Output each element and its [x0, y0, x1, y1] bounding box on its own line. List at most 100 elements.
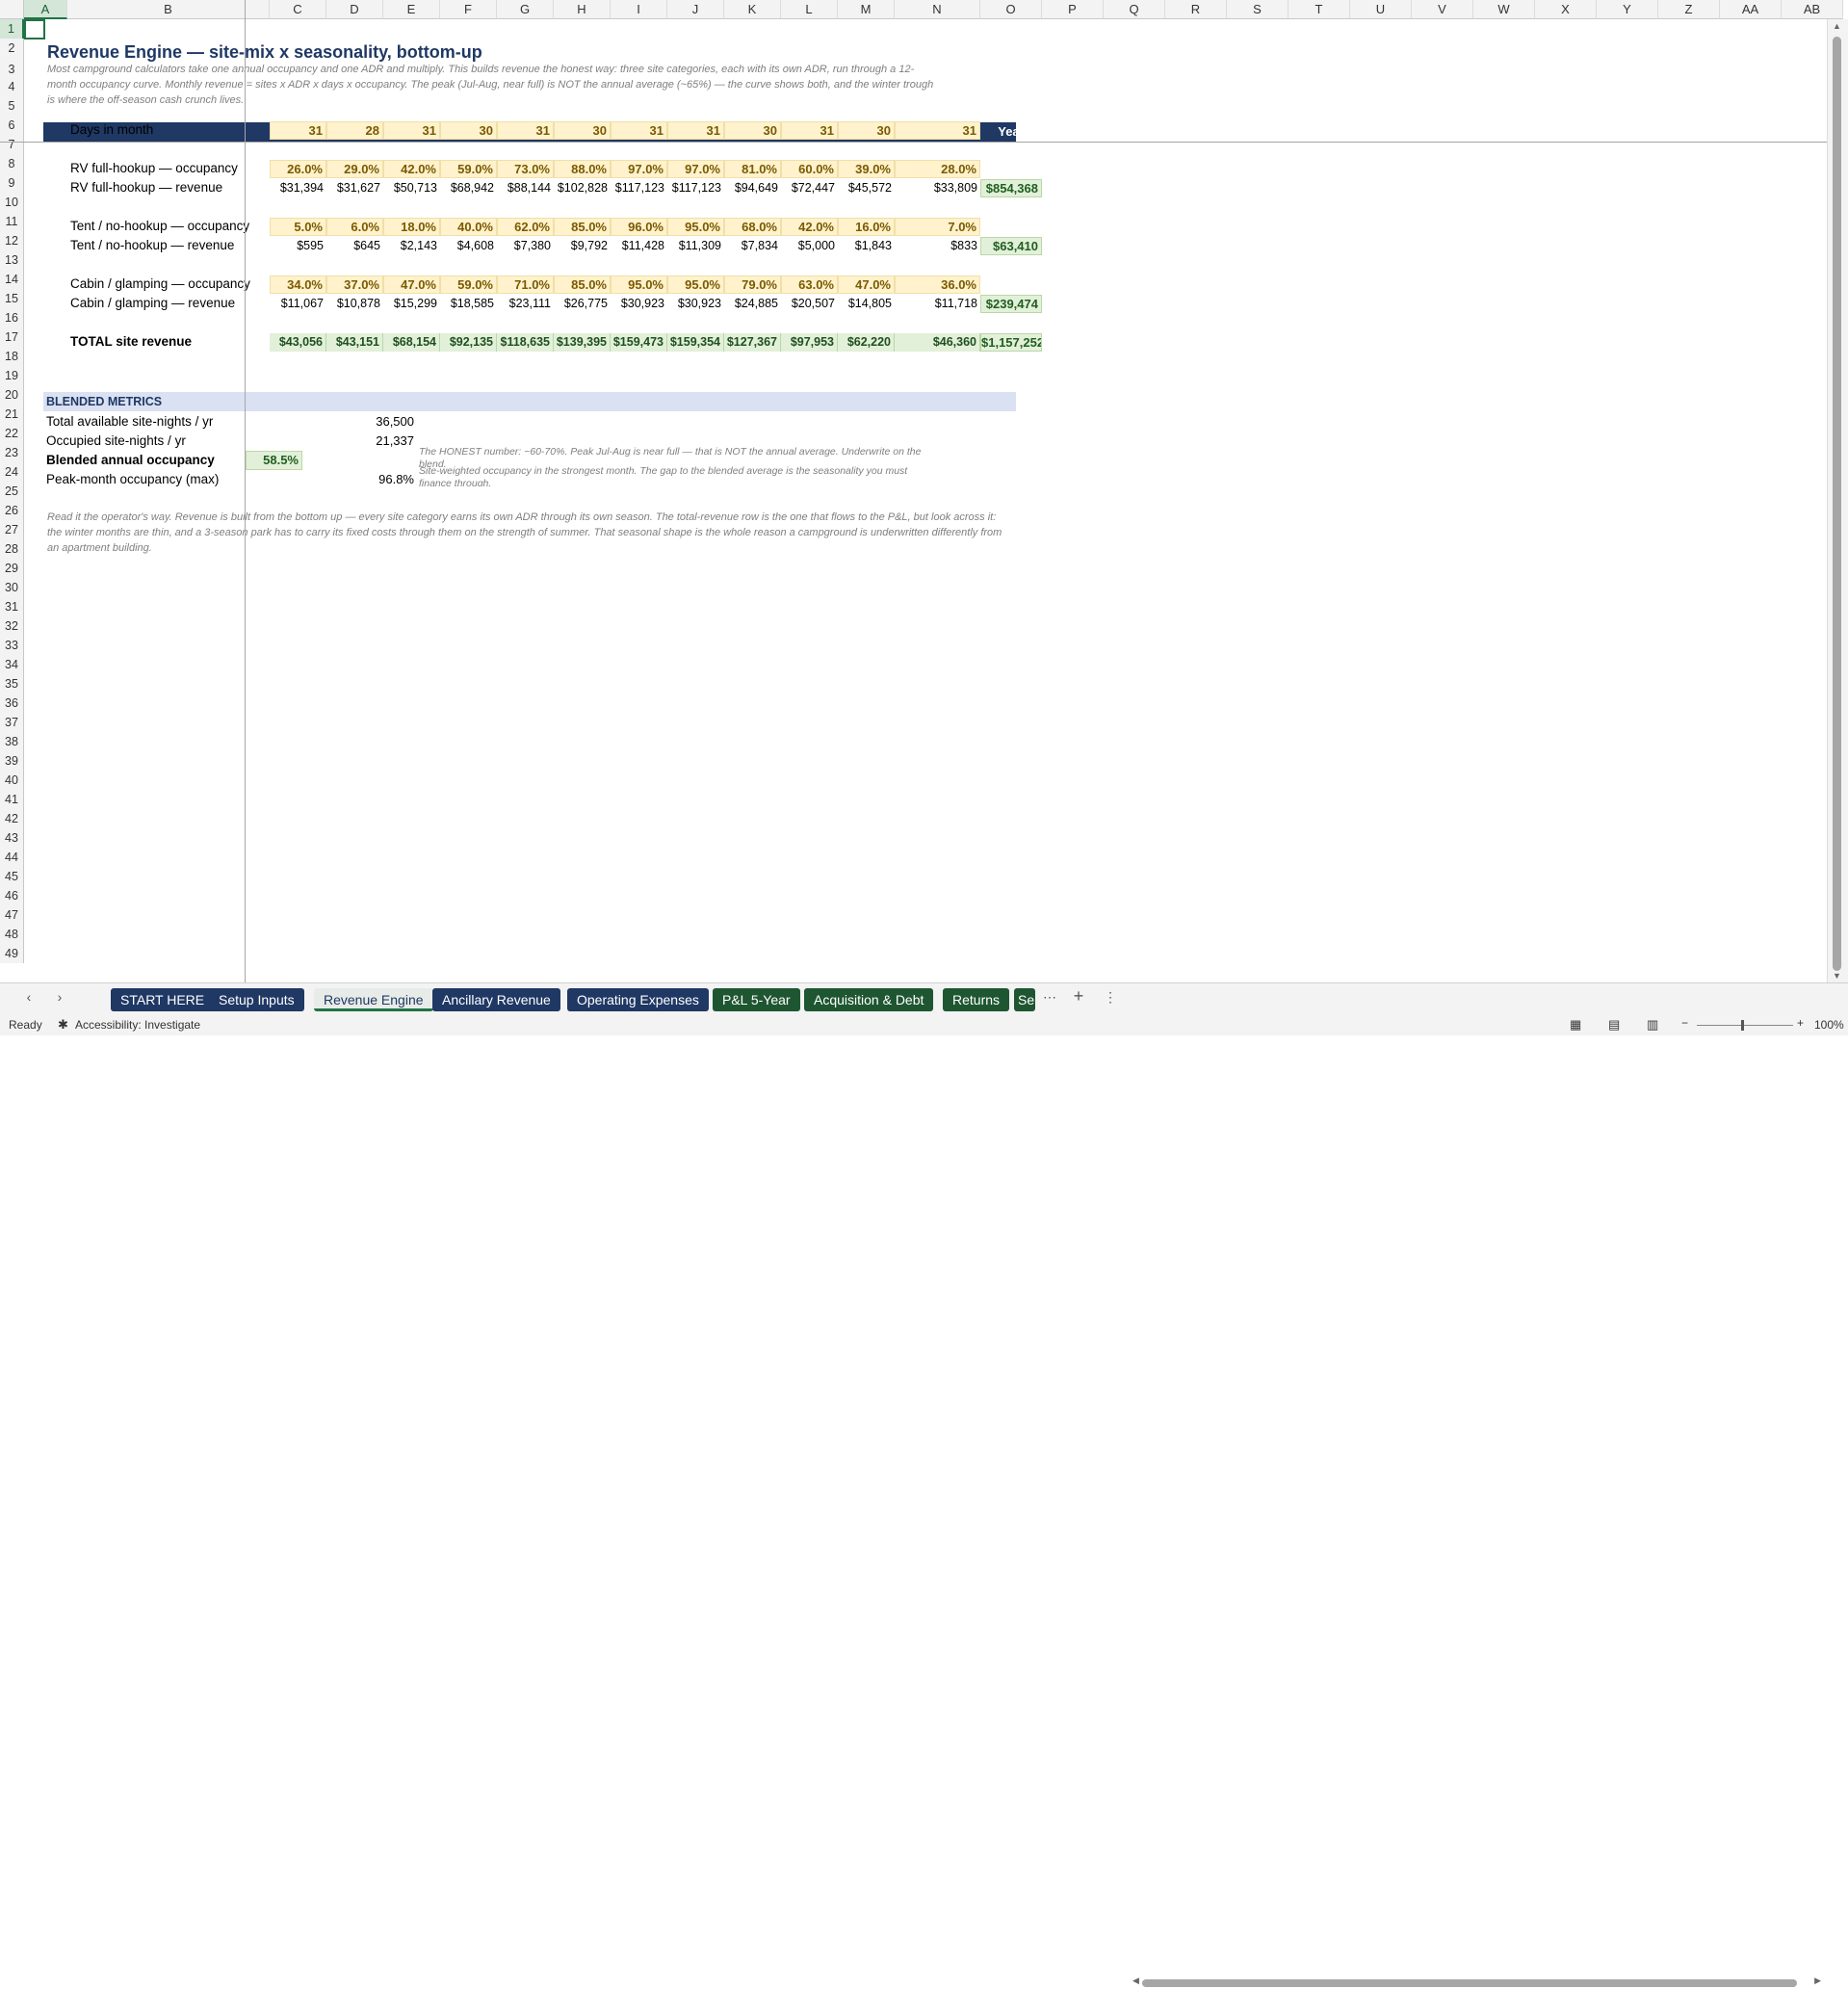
cabin-occ-cell[interactable]: 95.0%	[667, 275, 724, 294]
column-header[interactable]: L	[781, 0, 838, 19]
cabin-rev-label[interactable]: Cabin / glamping — revenue	[67, 294, 235, 313]
row-header[interactable]: 31	[0, 597, 24, 616]
column-header[interactable]: D	[326, 0, 383, 19]
row-header[interactable]: 5	[0, 96, 24, 116]
tent-rev-cell[interactable]: $7,834	[724, 237, 781, 255]
row-header[interactable]: 16	[0, 308, 24, 327]
days-cell[interactable]: 30	[724, 121, 781, 140]
row-header[interactable]: 48	[0, 925, 24, 944]
column-header[interactable]: J	[667, 0, 724, 19]
rv-rev-cell[interactable]: $94,649	[724, 179, 781, 197]
column-header[interactable]: K	[724, 0, 781, 19]
rv-occ-cell[interactable]: 39.0%	[838, 160, 895, 178]
tent-rev-cell[interactable]: $4,608	[440, 237, 497, 255]
rv-rev-cell[interactable]: $31,394	[270, 179, 326, 197]
row-header[interactable]: 4	[0, 77, 24, 96]
column-header[interactable]: AB	[1782, 0, 1843, 19]
row-header[interactable]: 8	[0, 154, 24, 173]
row-header[interactable]: 42	[0, 809, 24, 828]
zoom-level[interactable]: 100%	[1814, 1018, 1844, 1032]
column-header[interactable]: P	[1042, 0, 1104, 19]
days-cell[interactable]: 31	[781, 121, 838, 140]
rv-rev-label[interactable]: RV full-hookup — revenue	[67, 178, 222, 197]
row-header[interactable]: 20	[0, 385, 24, 405]
zoom-in-icon[interactable]: +	[1797, 1016, 1804, 1030]
accessibility-status[interactable]: Accessibility: Investigate	[75, 1018, 200, 1032]
cabin-occ-cell[interactable]: 59.0%	[440, 275, 497, 294]
cabin-rev-cell[interactable]: $18,585	[440, 295, 497, 313]
column-header[interactable]: W	[1473, 0, 1535, 19]
sheet-tab[interactable]: Returns	[943, 988, 1010, 1011]
tent-occ-cell[interactable]: 85.0%	[554, 218, 611, 236]
row-header[interactable]: 17	[0, 327, 24, 347]
column-header[interactable]: B	[67, 0, 270, 19]
tent-rev-cell[interactable]: $2,143	[383, 237, 440, 255]
cabin-occ-cell[interactable]: 37.0%	[326, 275, 383, 294]
tent-occ-cell[interactable]: 42.0%	[781, 218, 838, 236]
cabin-occ-cell[interactable]: 79.0%	[724, 275, 781, 294]
select-all-corner[interactable]	[0, 0, 24, 19]
sheet-tab[interactable]: Operating Expenses	[567, 988, 709, 1011]
column-header[interactable]: AA	[1720, 0, 1782, 19]
tent-rev-cell[interactable]: $11,309	[667, 237, 724, 255]
row-header[interactable]: 45	[0, 867, 24, 886]
cabin-rev-cell[interactable]: $15,299	[383, 295, 440, 313]
rv-occ-cell[interactable]: 26.0%	[270, 160, 326, 178]
rv-rev-cell[interactable]: $68,942	[440, 179, 497, 197]
sheet-tab[interactable]: P&L 5-Year	[713, 988, 800, 1011]
rv-rev-cell[interactable]: $117,123	[667, 179, 724, 197]
row-header[interactable]: 13	[0, 250, 24, 270]
cabin-occ-cell[interactable]: 47.0%	[838, 275, 895, 294]
rv-occ-cell[interactable]: 28.0%	[895, 160, 980, 178]
hscroll-left-icon[interactable]: ◀	[1132, 1976, 1139, 1986]
occupied-site-nights-value[interactable]: 21,337	[359, 432, 417, 451]
row-header[interactable]: 44	[0, 848, 24, 867]
horizontal-scroll-thumb[interactable]	[1142, 1979, 1797, 1987]
column-header[interactable]: R	[1165, 0, 1227, 19]
zoom-out-icon[interactable]: −	[1681, 1016, 1688, 1030]
tab-scroll-right-icon[interactable]: ›	[50, 989, 69, 1005]
total-cell[interactable]: $68,154	[383, 333, 440, 352]
row-header[interactable]: 2	[0, 39, 24, 58]
tent-rev-cell[interactable]: $5,000	[781, 237, 838, 255]
column-header[interactable]: N	[895, 0, 980, 19]
peak-month-occupancy-value[interactable]: 96.8%	[359, 470, 417, 489]
row-header[interactable]: 40	[0, 771, 24, 790]
rv-rev-cell[interactable]: $88,144	[497, 179, 554, 197]
cabin-occ-label[interactable]: Cabin / glamping — occupancy	[67, 275, 250, 294]
cabin-occ-cell[interactable]: 34.0%	[270, 275, 326, 294]
column-header[interactable]: V	[1412, 0, 1473, 19]
row-header[interactable]: 15	[0, 289, 24, 308]
column-header[interactable]: G	[497, 0, 554, 19]
rv-occ-cell[interactable]: 73.0%	[497, 160, 554, 178]
sheet-tab[interactable]: Setup Inputs	[209, 988, 304, 1011]
column-header[interactable]: M	[838, 0, 895, 19]
cabin-rev-cell[interactable]: $23,111	[497, 295, 554, 313]
available-site-nights-label[interactable]: Total available site-nights / yr	[43, 412, 213, 432]
total-cell[interactable]: $97,953	[781, 333, 838, 352]
total-cell[interactable]: $139,395	[554, 333, 611, 352]
row-header[interactable]: 49	[0, 944, 24, 963]
days-cell[interactable]: 31	[497, 121, 554, 140]
page-layout-view-icon[interactable]: ▤	[1608, 1017, 1620, 1033]
rv-rev-cell[interactable]: $31,627	[326, 179, 383, 197]
row-header[interactable]: 29	[0, 559, 24, 578]
row-header[interactable]: 9	[0, 173, 24, 193]
days-cell[interactable]: 28	[326, 121, 383, 140]
blended-annual-occupancy-label[interactable]: Blended annual occupancy	[43, 451, 215, 470]
column-header[interactable]: S	[1227, 0, 1288, 19]
tab-scroll-left-icon[interactable]: ‹	[19, 989, 39, 1005]
row-header[interactable]: 43	[0, 828, 24, 848]
column-header[interactable]: Z	[1658, 0, 1720, 19]
tent-occ-cell[interactable]: 68.0%	[724, 218, 781, 236]
cabin-rev-cell[interactable]: $11,718	[895, 295, 980, 313]
row-header[interactable]: 12	[0, 231, 24, 250]
rv-occ-cell[interactable]: 88.0%	[554, 160, 611, 178]
row-header[interactable]: 46	[0, 886, 24, 905]
tent-rev-cell[interactable]: $833	[895, 237, 980, 255]
row-header[interactable]: 10	[0, 193, 24, 212]
rv-occ-cell[interactable]: 97.0%	[611, 160, 667, 178]
zoom-slider[interactable]	[1697, 1025, 1793, 1026]
column-header[interactable]: H	[554, 0, 611, 19]
row-header[interactable]: 23	[0, 443, 24, 462]
